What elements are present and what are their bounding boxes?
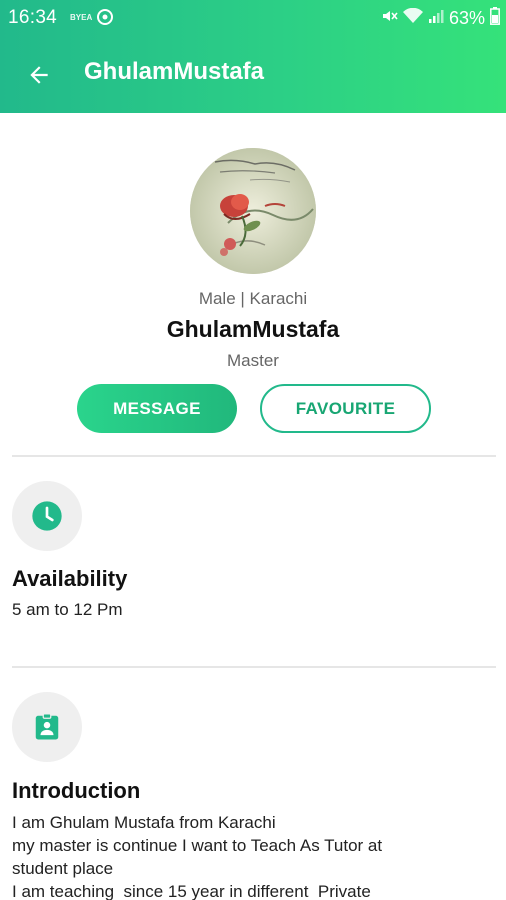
availability-title: Availability (12, 566, 128, 591)
introduction-line: my master is continue I want to Teach As… (12, 836, 383, 855)
profile-role: Master (227, 351, 279, 370)
introduction-line: I am Ghulam Mustafa from Karachi (12, 813, 276, 832)
status-indicators: 63% (380, 7, 500, 30)
id-badge-icon (35, 713, 59, 740)
app-bar: 16:34 BYEA 63% GhulamMustafa (0, 0, 506, 113)
introduction-line: I am teaching since 15 year in different… (12, 882, 371, 900)
message-button[interactable]: MESSAGE (77, 384, 237, 433)
battery-percent: 63% (448, 8, 485, 28)
mute-icon (380, 7, 398, 30)
introduction-title: Introduction (12, 778, 141, 803)
gender-city-text: Male | Karachi (198, 289, 308, 308)
divider (12, 455, 496, 457)
availability-icon-badge (12, 481, 82, 551)
status-notification-label: BYEA (70, 13, 93, 22)
page-title: GhulamMustafa (84, 58, 265, 85)
divider (12, 666, 496, 668)
profile-name: GhulamMustafa (166, 316, 340, 342)
status-time: 16:34 (8, 7, 58, 28)
sync-icon (96, 8, 114, 31)
introduction-text: I am Ghulam Mustafa from Karachi my mast… (12, 811, 492, 900)
signal-icon (428, 8, 444, 29)
battery-icon (490, 7, 500, 30)
arrow-left-icon (30, 66, 48, 84)
profile-photo-rose (190, 148, 316, 274)
toolbar: GhulamMustafa (0, 44, 506, 106)
avatar[interactable] (190, 148, 316, 274)
introduction-icon-badge (12, 692, 82, 762)
status-bar: 16:34 BYEA 63% (0, 0, 506, 36)
introduction-line: student place (12, 859, 114, 878)
favourite-button[interactable]: FAVOURITE (260, 384, 431, 433)
clock-icon (32, 501, 62, 531)
wifi-icon (402, 7, 423, 29)
availability-text: 5 am to 12 Pm (12, 600, 123, 619)
back-button[interactable] (24, 60, 54, 90)
